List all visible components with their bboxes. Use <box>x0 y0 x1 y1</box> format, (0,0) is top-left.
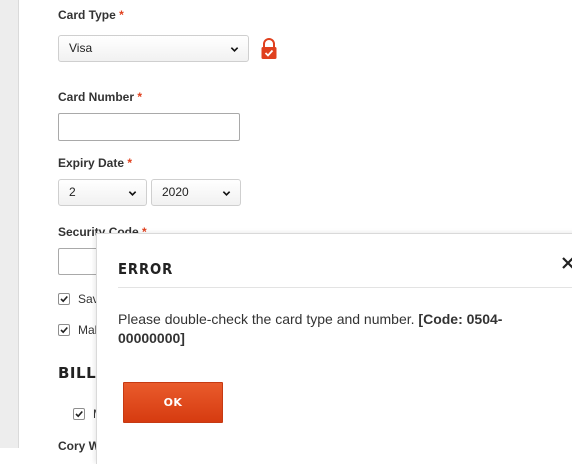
card-number-label: Card Number * <box>58 90 143 104</box>
required-mark: * <box>119 8 124 22</box>
modal-message: Please double-check the card type and nu… <box>118 310 538 348</box>
expiry-date-label: Expiry Date * <box>58 156 133 170</box>
modal-divider <box>118 287 572 288</box>
expiry-month-value: 2 <box>69 185 76 199</box>
secure-lock-icon <box>261 38 277 59</box>
card-type-value: Visa <box>69 41 93 55</box>
checkmark-icon <box>75 410 83 418</box>
save-card-checkbox[interactable] <box>58 293 70 305</box>
chevron-down-icon <box>230 47 239 52</box>
checkmark-icon <box>60 326 68 334</box>
billing-name-label: Cory W <box>58 439 100 453</box>
error-modal: ERROR Please double-check the card type … <box>96 233 572 464</box>
modal-title: ERROR <box>118 260 174 278</box>
chevron-down-icon <box>222 191 231 196</box>
expiry-year-select[interactable]: 2020 <box>151 179 241 206</box>
card-type-label: Card Type * <box>58 8 124 22</box>
ok-button[interactable]: OK <box>123 382 223 423</box>
required-mark: * <box>127 156 133 170</box>
checkmark-icon <box>60 295 68 303</box>
expiry-year-value: 2020 <box>162 185 189 199</box>
required-mark: * <box>137 90 143 104</box>
close-icon[interactable] <box>561 256 572 270</box>
chevron-down-icon <box>128 191 137 196</box>
expiry-month-select[interactable]: 2 <box>58 179 147 206</box>
billing-checkbox[interactable] <box>73 408 85 420</box>
error-message-text: Please double-check the card type and nu… <box>118 311 419 327</box>
card-type-select[interactable]: Visa <box>58 35 249 62</box>
make-default-checkbox[interactable] <box>58 324 70 336</box>
card-number-input[interactable] <box>58 113 240 141</box>
